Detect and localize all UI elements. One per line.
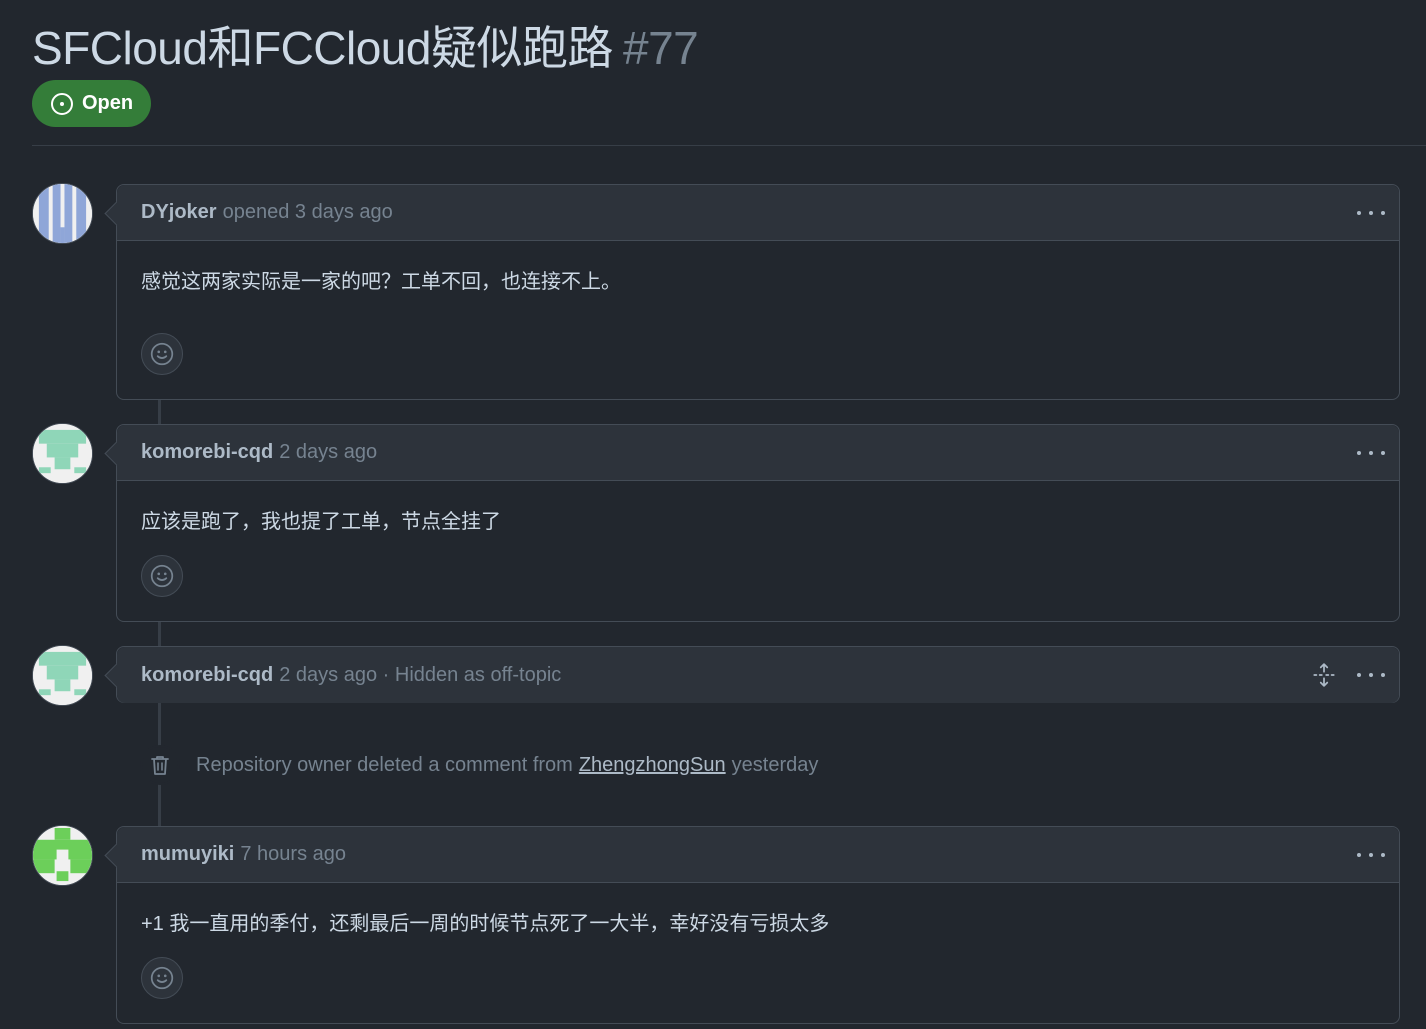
- comment-author[interactable]: komorebi-cqd: [141, 441, 273, 464]
- header-divider: [32, 145, 1426, 146]
- comment-timestamp: 2 days ago · Hidden as off-topic: [279, 663, 562, 686]
- issue-title: SFCloud和FCCloud疑似跑路 #77: [32, 12, 699, 78]
- comment-header: DYjoker opened 3 days ago: [117, 185, 1399, 241]
- comment-author[interactable]: mumuyiki: [141, 843, 234, 866]
- event-timestamp[interactable]: yesterday: [732, 754, 819, 777]
- event-text: Repository owner deleted a comment from: [196, 753, 573, 776]
- issue-opened-icon: [51, 92, 73, 115]
- kebab-horizontal-icon[interactable]: [1357, 845, 1385, 865]
- add-reaction-button[interactable]: [141, 957, 183, 999]
- identicon-mint: [33, 646, 92, 705]
- kebab-horizontal-icon[interactable]: [1357, 443, 1385, 463]
- timeline-connector: [158, 620, 161, 648]
- timeline-connector: [158, 398, 161, 426]
- timeline-event-deleted-comment: Repository owner deleted a comment from …: [140, 744, 818, 786]
- comment-header: komorebi-cqd 2 days ago · Hidden as off-…: [117, 647, 1399, 703]
- issue-state-badge: Open: [32, 80, 152, 127]
- identicon-green: [33, 826, 92, 885]
- comment-author[interactable]: komorebi-cqd: [141, 664, 273, 687]
- issue-number: #77: [622, 22, 699, 74]
- unfold-icon[interactable]: [1311, 662, 1337, 688]
- add-reaction-button[interactable]: [141, 333, 183, 375]
- smiley-icon: [150, 564, 174, 588]
- avatar-mumuyiki[interactable]: [32, 825, 93, 886]
- comment-body: 感觉这两家实际是一家的吧？工单不回，也连接不上。: [141, 271, 621, 293]
- comment-timestamp[interactable]: 7 hours ago: [240, 843, 346, 866]
- comment-card: DYjoker opened 3 days ago 感觉这两家实际是一家的吧？工…: [116, 184, 1400, 400]
- comment-timestamp[interactable]: opened 3 days ago: [223, 201, 393, 224]
- comment-header: komorebi-cqd 2 days ago: [117, 425, 1399, 481]
- comment-card: mumuyiki 7 hours ago +1 我一直用的季付，还剩最后一周的时…: [116, 826, 1400, 1024]
- kebab-horizontal-icon[interactable]: [1357, 203, 1385, 223]
- comment-card: komorebi-cqd 2 days ago 应该是跑了，我也提了工单，节点全…: [116, 424, 1400, 622]
- comment-body: +1 我一直用的季付，还剩最后一周的时候节点死了一大半，幸好没有亏损太多: [141, 913, 830, 935]
- smiley-icon: [150, 342, 174, 366]
- issue-title-text: SFCloud和FCCloud疑似跑路: [32, 22, 613, 74]
- add-reaction-button[interactable]: [141, 555, 183, 597]
- trash-icon: [140, 745, 180, 785]
- smiley-icon: [150, 966, 174, 990]
- comment-author[interactable]: DYjoker: [141, 201, 217, 224]
- issue-page: SFCloud和FCCloud疑似跑路 #77 Open DYjoker open…: [0, 0, 1426, 1029]
- avatar-komorebi-cqd[interactable]: [32, 645, 93, 706]
- comment-header: mumuyiki 7 hours ago: [117, 827, 1399, 883]
- avatar-dyjoker[interactable]: [32, 183, 93, 244]
- avatar-komorebi-cqd[interactable]: [32, 423, 93, 484]
- comment-body: 应该是跑了，我也提了工单，节点全挂了: [141, 511, 501, 533]
- comment-timestamp[interactable]: 2 days ago: [279, 441, 377, 464]
- kebab-horizontal-icon[interactable]: [1357, 665, 1385, 685]
- event-user-link[interactable]: ZhengzhongSun: [579, 754, 726, 777]
- identicon-mint: [33, 424, 92, 483]
- issue-state-label: Open: [82, 92, 134, 114]
- hidden-comment-card[interactable]: komorebi-cqd 2 days ago · Hidden as off-…: [116, 646, 1400, 703]
- identicon-blue-stripes: [33, 184, 92, 243]
